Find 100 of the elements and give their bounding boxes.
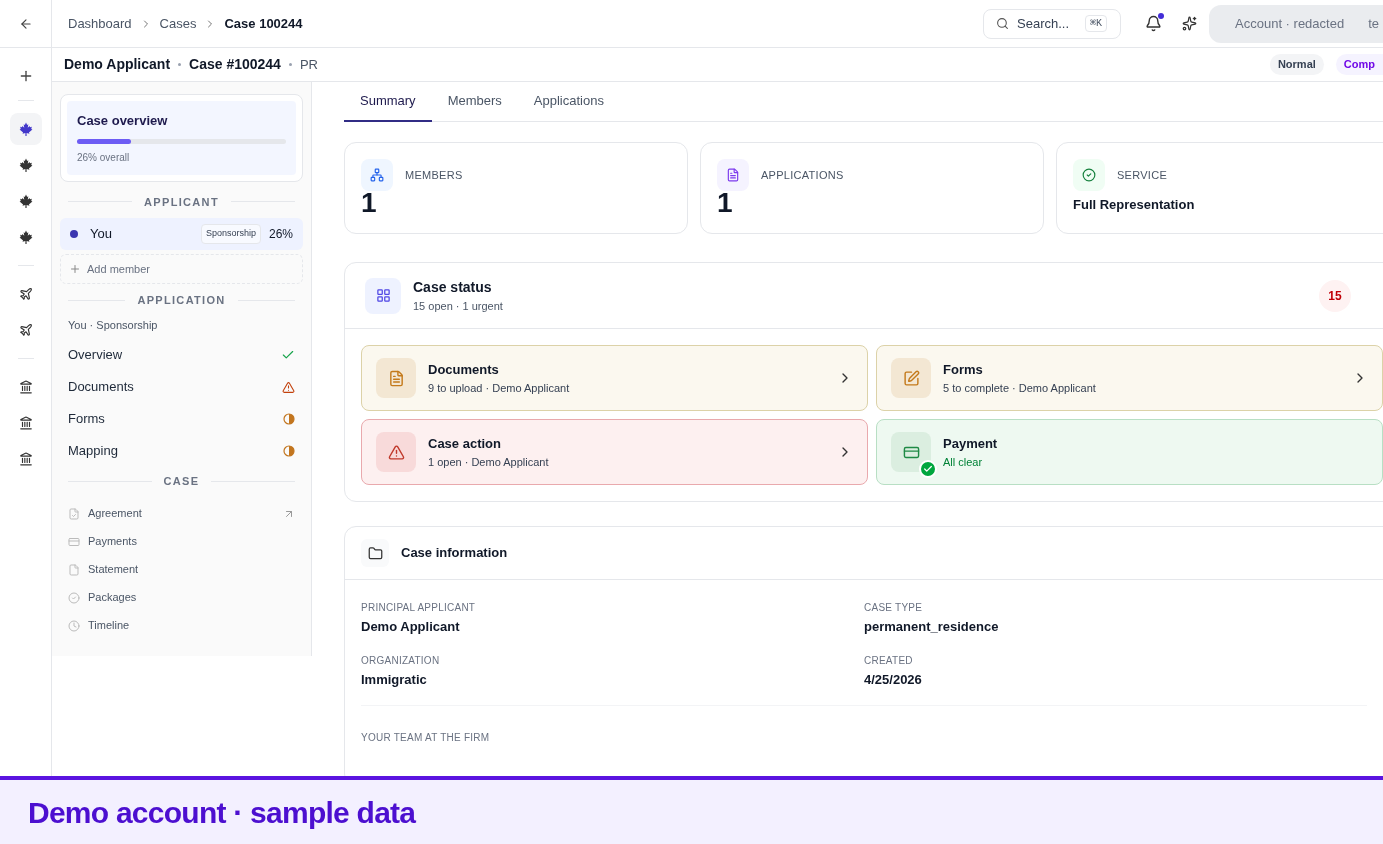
tile-title: Payment [943, 435, 999, 453]
field-value: Immigratic [361, 670, 428, 689]
card-icon [891, 432, 931, 472]
building-icon [18, 452, 33, 466]
account-pill[interactable]: Account · redacted te [1209, 4, 1383, 43]
plus-icon [69, 263, 81, 275]
document-icon [376, 358, 416, 398]
field-value: permanent_residence [864, 618, 1000, 636]
member-name: You [90, 225, 112, 244]
case-item[interactable]: Statement [60, 555, 303, 584]
search-icon [996, 17, 1010, 30]
half-circle-icon [283, 413, 295, 425]
tab[interactable]: Applications [517, 82, 620, 122]
stat-label: APPLICATIONS [761, 167, 844, 183]
shortcut-key: ⌘K [1085, 15, 1108, 32]
sparkles-icon [1182, 16, 1198, 31]
maple-leaf-icon [18, 194, 33, 208]
case-item[interactable]: Packages [60, 583, 303, 612]
field-label: CASE TYPE [864, 601, 924, 615]
field-value: Demo Applicant [361, 618, 461, 636]
case-item[interactable]: Timeline [60, 611, 303, 640]
stat-value: Full Representation [1073, 196, 1196, 214]
application-item[interactable]: Overview [60, 339, 303, 371]
plane-icon [18, 287, 33, 301]
search-input[interactable]: Search... [1017, 13, 1078, 34]
application-item[interactable]: Forms [60, 403, 303, 435]
add-member-button[interactable]: Add member [60, 254, 303, 284]
tab[interactable]: Members [431, 82, 518, 122]
application-subtitle: You · Sponsorship [67, 317, 159, 333]
check-badge-icon [919, 460, 937, 478]
tile-title: Case action [428, 435, 502, 453]
member-tag: Sponsorship [200, 224, 261, 244]
breadcrumb-link[interactable]: Dashboard [68, 13, 132, 34]
status-tile[interactable]: Forms 5 to complete · Demo Applicant [876, 345, 1383, 411]
application-item[interactable]: Documents [60, 371, 303, 403]
program-label: PR [299, 55, 318, 74]
member-percent: 26% [268, 226, 293, 243]
status-tile[interactable]: Documents 9 to upload · Demo Applicant [361, 345, 868, 411]
warning-icon [376, 432, 416, 472]
case-badge: Comp [1335, 54, 1383, 75]
section-title: CASE [163, 474, 200, 489]
section-title: APPLICATION [137, 293, 226, 308]
tile-detail: All clear [943, 454, 984, 470]
tile-detail: 9 to upload · Demo Applicant [428, 380, 571, 396]
file-icon [68, 563, 80, 576]
progress-caption: 26% overall [77, 150, 131, 165]
breadcrumb-link[interactable]: Cases [159, 13, 197, 34]
tab[interactable]: Summary [344, 82, 432, 122]
overview-title: Case overview [77, 112, 169, 130]
tile-title: Forms [943, 361, 984, 379]
tile-title: Documents [428, 361, 500, 379]
case-status-title: Case status [413, 277, 493, 297]
member-item[interactable]: You Sponsorship 26% [60, 218, 303, 250]
people-icon [361, 159, 393, 191]
status-tile[interactable]: Case action 1 open · Demo Applicant [361, 419, 868, 485]
warning-icon [282, 380, 295, 394]
maple-leaf-icon [18, 158, 33, 172]
banner-text: Demo account · sample data [28, 794, 416, 831]
pencil-icon [891, 358, 931, 398]
tile-detail: 5 to complete · Demo Applicant [943, 380, 1097, 396]
application-item[interactable]: Mapping [60, 435, 303, 467]
field-label: PRINCIPAL APPLICANT [361, 601, 477, 615]
field-label: ORGANIZATION [361, 653, 441, 668]
account-extra: te [1368, 14, 1379, 33]
open-count: 15 [1319, 279, 1351, 312]
check-icon [281, 348, 295, 362]
file-check-icon [68, 507, 80, 520]
building-icon [18, 380, 33, 394]
maple-leaf-icon [18, 230, 33, 244]
check-circle-icon [68, 591, 80, 604]
building-icon [18, 416, 33, 430]
search-field[interactable]: Search... ⌘K [983, 8, 1122, 39]
tile-detail: 1 open · Demo Applicant [428, 454, 550, 470]
document-icon [717, 159, 749, 191]
maple-leaf-icon [18, 122, 33, 136]
breadcrumb-link[interactable]: Case 100244 [224, 13, 303, 34]
clock-icon [68, 619, 80, 632]
account-label: Account · redacted [1235, 14, 1345, 33]
stat-value: 1 [717, 187, 734, 219]
case-item[interactable]: Agreement [60, 499, 303, 528]
case-item[interactable]: Payments [60, 527, 303, 556]
overview-card[interactable]: Case overview 26% overall [60, 94, 303, 182]
card-icon [68, 535, 80, 548]
field-value: 4/25/2026 [864, 670, 923, 689]
applicant-name: Demo Applicant [64, 55, 171, 74]
case-badge: Normal [1269, 54, 1324, 75]
team-section-title: YOUR TEAM AT THE FIRM [361, 731, 491, 745]
case-information-title: Case information [401, 544, 508, 563]
rail-button[interactable] [9, 113, 42, 145]
grid-icon [365, 277, 401, 314]
stat-label: MEMBERS [405, 167, 463, 183]
half-circle-icon [283, 445, 295, 457]
case-number: Case #100244 [189, 55, 281, 74]
stat-value: 1 [361, 187, 378, 219]
bell-icon [1145, 15, 1163, 32]
status-tile[interactable]: Payment All clear [876, 419, 1383, 485]
stat-label: SERVICE [1117, 167, 1168, 183]
plane-icon [18, 323, 33, 337]
folder-icon [361, 539, 389, 567]
field-label: CREATED [864, 653, 914, 668]
